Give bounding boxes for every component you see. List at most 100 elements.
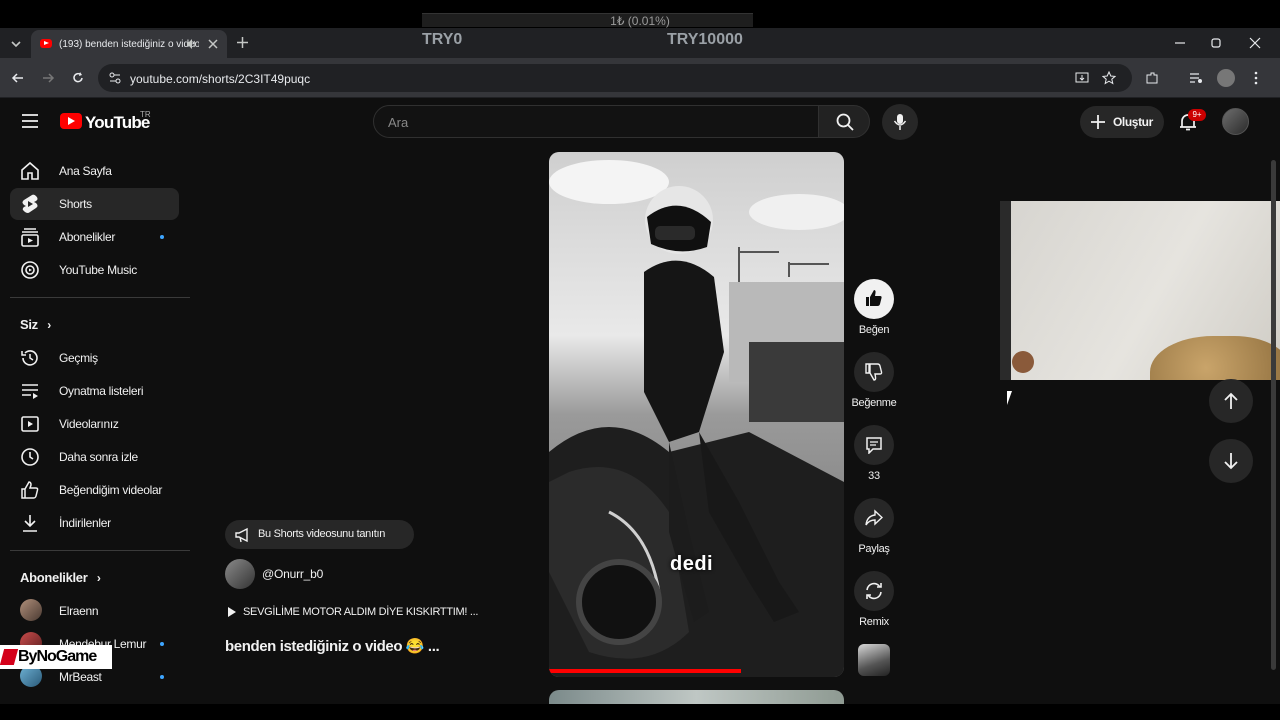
share-button[interactable] [854, 498, 894, 538]
chevron-right-icon: › [96, 571, 101, 585]
stream-overlay-bar: 1₺ (0.01%) [0, 0, 1280, 28]
reload-icon[interactable] [71, 71, 85, 85]
linked-video-title[interactable]: SEVGİLİME MOTOR ALDIM DİYE KISKIRTTIM! .… [243, 606, 478, 618]
thumbs-down-icon [865, 363, 883, 381]
previous-short-button[interactable] [1209, 379, 1253, 423]
sidebar-item-home[interactable]: Ana Sayfa [10, 155, 179, 187]
you-section-header[interactable]: Siz › [20, 317, 51, 332]
comments-button[interactable] [854, 425, 894, 465]
promote-short-button[interactable]: Bu Shorts videosunu tanıtın [225, 520, 414, 549]
music-icon [21, 261, 39, 279]
sidebar-divider [10, 550, 190, 551]
chevron-down-icon[interactable] [9, 37, 23, 51]
watermark-text: ByNoGame [18, 648, 97, 665]
home-icon [21, 161, 39, 180]
channel-handle[interactable]: @Onurr_b0 [262, 567, 323, 581]
sidebar-item-playlists[interactable]: Oynatma listeleri [10, 375, 179, 407]
sound-thumbnail[interactable] [858, 644, 890, 676]
kebab-menu-icon[interactable] [1250, 71, 1262, 85]
sidebar-item-liked-videos[interactable]: Beğendiğim videolar [10, 474, 179, 506]
profile-avatar[interactable] [1217, 69, 1235, 87]
sidebar-item-label: Shorts [59, 197, 92, 211]
hamburger-menu-icon[interactable] [21, 113, 39, 129]
sidebar-item-shorts[interactable]: Shorts [10, 188, 179, 220]
bookmark-star-icon[interactable] [1102, 71, 1116, 85]
sidebar-item-subscriptions[interactable]: Abonelikler [10, 221, 179, 253]
sidebar-item-label: YouTube Music [59, 263, 137, 277]
restore-icon[interactable] [1210, 37, 1222, 49]
country-code: TR [140, 110, 151, 119]
sidebar-item-watch-later[interactable]: Daha sonra izle [10, 441, 179, 473]
notification-badge: 9+ [1188, 109, 1206, 121]
mouse-cursor [1007, 391, 1017, 405]
share-icon [865, 509, 883, 526]
back-arrow-icon[interactable] [11, 71, 25, 85]
channel-avatar[interactable] [225, 559, 255, 589]
forward-arrow-icon[interactable] [41, 71, 55, 85]
account-avatar[interactable] [1222, 108, 1249, 135]
search-placeholder: Ara [388, 115, 409, 130]
url-field[interactable]: youtube.com/shorts/2C3IT49puqc [98, 64, 1132, 92]
sidebar-item-label: Oynatma listeleri [59, 384, 144, 398]
thumbs-up-icon [866, 290, 882, 306]
next-short-button[interactable] [1209, 439, 1253, 483]
watch-later-icon [21, 448, 39, 466]
voice-search-button[interactable] [882, 104, 918, 140]
shorts-icon [22, 194, 38, 213]
webcam-frame-edge [1000, 201, 1011, 380]
speaker-icon[interactable] [186, 38, 198, 50]
subscription-item[interactable]: Elraenn [10, 595, 179, 627]
sidebar-item-youtube-music[interactable]: YouTube Music [10, 254, 179, 286]
megaphone-icon [235, 527, 248, 543]
subscriptions-section-header[interactable]: Abonelikler › [20, 570, 101, 585]
sidebar-item-label: Daha sonra izle [59, 450, 138, 464]
new-content-dot [160, 235, 164, 239]
next-short-preview[interactable] [549, 690, 844, 704]
site-info-icon[interactable] [108, 71, 122, 85]
minimize-icon[interactable] [1174, 37, 1186, 49]
history-icon [21, 350, 38, 366]
your-videos-icon [21, 416, 39, 432]
like-label: Beğen [858, 324, 890, 336]
arrow-up-icon [1224, 392, 1238, 409]
plus-icon[interactable] [236, 36, 249, 49]
sidebar-item-history[interactable]: Geçmiş [10, 342, 179, 374]
remix-button[interactable] [854, 571, 894, 611]
liked-icon [21, 481, 39, 499]
search-button[interactable] [818, 105, 870, 138]
arrow-down-icon [1224, 453, 1238, 470]
stream-min-label: TRY0 [422, 31, 463, 48]
install-app-icon[interactable] [1075, 71, 1089, 85]
like-button[interactable] [854, 279, 894, 319]
sidebar-item-label: İndirilenler [59, 516, 111, 530]
shorts-video-player[interactable] [549, 152, 844, 677]
close-window-icon[interactable] [1249, 37, 1261, 49]
close-tab-icon[interactable] [207, 38, 219, 50]
short-title[interactable]: benden istediğiniz o video 😂 ... [225, 637, 440, 655]
download-icon [23, 515, 37, 532]
dislike-button[interactable] [854, 352, 894, 392]
share-label: Paylaş [858, 543, 890, 555]
browser-tab-bar: (193) benden istediğiniz o video [0, 28, 1280, 58]
browser-tab[interactable]: (193) benden istediğiniz o video [31, 30, 227, 58]
play-icon [228, 607, 236, 617]
webcam-object [1012, 351, 1034, 373]
webcam-overlay [1000, 201, 1280, 380]
create-button[interactable]: Oluştur [1080, 106, 1164, 138]
page-scrollbar[interactable] [1271, 160, 1276, 670]
tab-title: (193) benden istediğiniz o video [59, 39, 199, 50]
donation-percent: 1₺ (0.01%) [610, 14, 670, 28]
subscriptions-icon [21, 228, 39, 247]
search-input[interactable]: Ara [373, 105, 819, 138]
youtube-favicon [40, 39, 52, 48]
promote-label: Bu Shorts videosunu tanıtın [258, 528, 386, 540]
stream-max-label: TRY10000 [667, 31, 743, 48]
sidebar-item-downloads[interactable]: İndirilenler [10, 507, 179, 539]
microphone-icon [893, 114, 907, 130]
sidebar-item-your-videos[interactable]: Videolarınız [10, 408, 179, 440]
extensions-icon[interactable] [1145, 71, 1159, 85]
youtube-logo-icon[interactable] [60, 113, 82, 129]
media-controls-icon[interactable] [1189, 71, 1203, 85]
plus-icon [1091, 115, 1105, 129]
dislike-label: Beğenme [851, 397, 897, 409]
